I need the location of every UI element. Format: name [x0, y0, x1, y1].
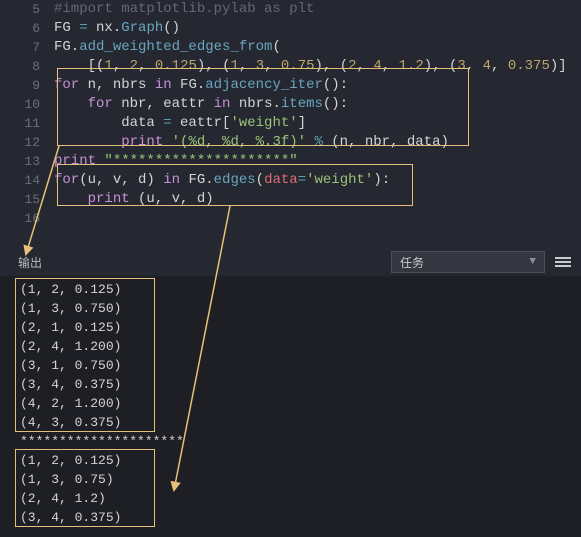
line-number: 5	[0, 0, 40, 19]
output-line: (3, 4, 0.375)	[20, 375, 561, 394]
line-number: 14	[0, 171, 40, 190]
code-line[interactable]: print (u, v, d)	[54, 190, 581, 209]
output-tab-label[interactable]: 输出	[18, 254, 42, 271]
code-line[interactable]: print "*********************"	[54, 152, 581, 171]
line-number: 7	[0, 38, 40, 57]
code-line[interactable]: print '(%d, %d, %.3f)' % (n, nbr, data)	[54, 133, 581, 152]
output-line: *********************	[20, 432, 561, 451]
line-number: 12	[0, 133, 40, 152]
line-number: 13	[0, 152, 40, 171]
code-line[interactable]: data = eattr['weight']	[54, 114, 581, 133]
output-line: (2, 4, 1.2)	[20, 489, 561, 508]
line-number: 15	[0, 190, 40, 209]
line-number: 11	[0, 114, 40, 133]
line-number: 9	[0, 76, 40, 95]
output-line: (1, 3, 0.750)	[20, 299, 561, 318]
code-line[interactable]: [(1, 2, 0.125), (1, 3, 0.75), (2, 4, 1.2…	[54, 57, 581, 76]
line-number: 16	[0, 209, 40, 228]
task-select-label: 任务	[400, 254, 424, 271]
output-panel[interactable]: (1, 2, 0.125)(1, 3, 0.750)(2, 1, 0.125)(…	[0, 276, 581, 537]
code-line[interactable]: #import matplotlib.pylab as plt	[54, 0, 581, 19]
output-line: (4, 3, 0.375)	[20, 413, 561, 432]
code-line[interactable]	[54, 209, 581, 228]
code-line[interactable]: for n, nbrs in FG.adjacency_iter():	[54, 76, 581, 95]
line-number-gutter: 5678910111213141516	[0, 0, 54, 228]
line-number: 8	[0, 57, 40, 76]
chevron-down-icon: ▼	[529, 256, 536, 268]
code-area[interactable]: #import matplotlib.pylab as pltFG = nx.G…	[54, 0, 581, 228]
output-line: (2, 1, 0.125)	[20, 318, 561, 337]
output-line: (3, 1, 0.750)	[20, 356, 561, 375]
output-line: (3, 4, 0.375)	[20, 508, 561, 527]
code-line[interactable]: for(u, v, d) in FG.edges(data='weight'):	[54, 171, 581, 190]
output-line: (1, 2, 0.125)	[20, 280, 561, 299]
line-number: 10	[0, 95, 40, 114]
code-editor[interactable]: 5678910111213141516 #import matplotlib.p…	[0, 0, 581, 228]
code-line[interactable]: FG.add_weighted_edges_from(	[54, 38, 581, 57]
output-panel-header: 输出 任务 ▼	[0, 248, 581, 276]
task-select[interactable]: 任务 ▼	[391, 251, 545, 273]
output-line: (1, 2, 0.125)	[20, 451, 561, 470]
output-line: (2, 4, 1.200)	[20, 337, 561, 356]
code-line[interactable]: FG = nx.Graph()	[54, 19, 581, 38]
panel-menu-icon[interactable]	[555, 253, 573, 271]
output-line: (1, 3, 0.75)	[20, 470, 561, 489]
line-number: 6	[0, 19, 40, 38]
code-line[interactable]: for nbr, eattr in nbrs.items():	[54, 95, 581, 114]
output-line: (4, 2, 1.200)	[20, 394, 561, 413]
